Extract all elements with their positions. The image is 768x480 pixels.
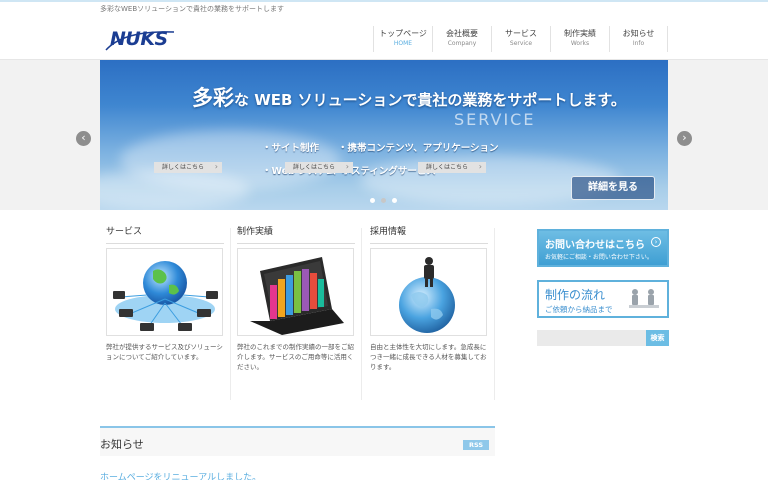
- search-input[interactable]: [537, 330, 646, 346]
- column-title: 採用情報: [370, 226, 488, 244]
- workflow-banner-subtitle: ご依頼から納品まで: [545, 305, 613, 314]
- contact-banner-title: お問い合わせはこちら: [545, 240, 645, 251]
- top-accent-line: [0, 0, 768, 2]
- column-divider: [494, 228, 495, 400]
- works-detail-button[interactable]: 詳しくはこちら: [285, 161, 353, 173]
- column-description: 弊社のこれまでの制作実績の一部をご紹介します。サービスのご用命等に活用ください。: [237, 343, 354, 371]
- column-description: 弊社が提供するサービス及びソリューションについてご紹介しています。: [106, 343, 223, 361]
- hero-watermark: SERVICE: [454, 110, 536, 129]
- column-title: 制作実績: [237, 226, 355, 244]
- site-search: 検索: [537, 330, 669, 346]
- main-nav: トップページ HOME 会社概要 Company サービス Service 制作…: [373, 26, 668, 52]
- workflow-people-icon: [629, 289, 659, 308]
- nav-item-home[interactable]: トップページ HOME: [373, 26, 432, 52]
- nav-item-company[interactable]: 会社概要 Company: [432, 26, 491, 52]
- service-column: サービス 弊社が提供するサービス及びソリューションについてご紹介しています。: [106, 226, 224, 362]
- slider-dot[interactable]: [392, 198, 397, 203]
- nav-item-works[interactable]: 制作実績 Works: [550, 26, 609, 52]
- column-title: サービス: [106, 226, 224, 244]
- news-item-link[interactable]: ホームページをリニューアルしました。: [100, 470, 261, 480]
- logo-text: NUKS: [110, 28, 168, 50]
- nav-item-info[interactable]: お知らせ Info: [609, 26, 668, 52]
- globe-network-icon: [113, 261, 218, 331]
- site-tagline: 多彩なWEBソリューションで貴社の業務をサポートします: [100, 5, 285, 13]
- chevron-right-circle-icon: ›: [651, 237, 661, 247]
- contact-banner[interactable]: お問い合わせはこちら › お気軽にご相談・お問い合わせ下さい。: [537, 229, 669, 267]
- nav-label-en: Service: [509, 40, 533, 47]
- hero-slider: 多彩な WEB ソリューションで貴社の業務をサポートします。 SERVICE ・…: [100, 60, 668, 210]
- chevron-right-icon[interactable]: ›: [677, 131, 692, 146]
- service-detail-button[interactable]: 詳しくはこちら: [154, 161, 222, 173]
- site-header: NUKS トップページ HOME 会社概要 Company サービス Servi…: [0, 16, 768, 60]
- nav-label-jp: サービス: [505, 29, 537, 38]
- nav-label-en: Company: [447, 40, 477, 47]
- recruit-detail-button[interactable]: 詳しくはこちら: [418, 161, 486, 173]
- chevron-left-icon[interactable]: ‹: [76, 131, 91, 146]
- column-description: 自由と主体性を大切にします。急成長につき一緒に成長できる人材を募集しております。: [370, 343, 487, 371]
- nav-label-jp: トップページ: [379, 29, 427, 38]
- nav-label-en: Works: [570, 40, 590, 47]
- rss-badge[interactable]: RSS: [463, 440, 489, 450]
- column-divider: [361, 228, 362, 400]
- nav-item-service[interactable]: サービス Service: [491, 26, 550, 52]
- recruit-column: 採用情報 自由と主体性を大切にします。急成長につき一緒に成長できる人材を募集して…: [370, 226, 488, 372]
- nav-label-jp: 制作実績: [564, 29, 596, 38]
- cloud-decoration: [100, 170, 250, 210]
- works-column: 制作実績 弊社のこれまでの制作実績の一部をご紹介します。サービスのご用命等に活用…: [237, 226, 355, 372]
- slider-dot[interactable]: [370, 198, 375, 203]
- hero-headline-accent: 多彩: [192, 86, 234, 110]
- nav-label-en: Info: [632, 40, 645, 47]
- laptop-chart-icon: [250, 257, 344, 335]
- contact-banner-subtitle: お気軽にご相談・お問い合わせ下さい。: [545, 254, 653, 261]
- hero-bullet: ・サイト制作: [262, 143, 320, 154]
- hero-bullet: ・携帯コンテンツ、アプリケーション: [338, 143, 499, 154]
- slider-dots: [370, 198, 397, 203]
- workflow-banner[interactable]: 制作の流れ ご依頼から納品まで: [537, 280, 669, 318]
- hero-headline: 多彩な WEB ソリューションで貴社の業務をサポートします。: [192, 82, 626, 112]
- network-globe-image[interactable]: [106, 248, 223, 336]
- globe-person-icon: [399, 257, 455, 333]
- column-divider: [230, 228, 231, 400]
- search-button[interactable]: 検索: [646, 330, 669, 346]
- site-logo[interactable]: NUKS: [104, 26, 178, 52]
- nav-label-jp: 会社概要: [446, 29, 478, 38]
- nav-label-en: HOME: [393, 40, 413, 47]
- slider-dot-active[interactable]: [381, 198, 386, 203]
- globe-businessman-image[interactable]: [370, 248, 487, 336]
- nav-label-jp: お知らせ: [622, 29, 655, 38]
- workflow-banner-title: 制作の流れ: [545, 288, 606, 302]
- news-title: お知らせ: [100, 438, 144, 451]
- news-section-header: お知らせ RSS: [100, 426, 495, 456]
- hero-headline-text: な WEB ソリューションで貴社の業務をサポートします。: [234, 91, 626, 109]
- hero-detail-button[interactable]: 詳細を見る: [571, 176, 655, 200]
- laptop-chart-image[interactable]: [237, 248, 354, 336]
